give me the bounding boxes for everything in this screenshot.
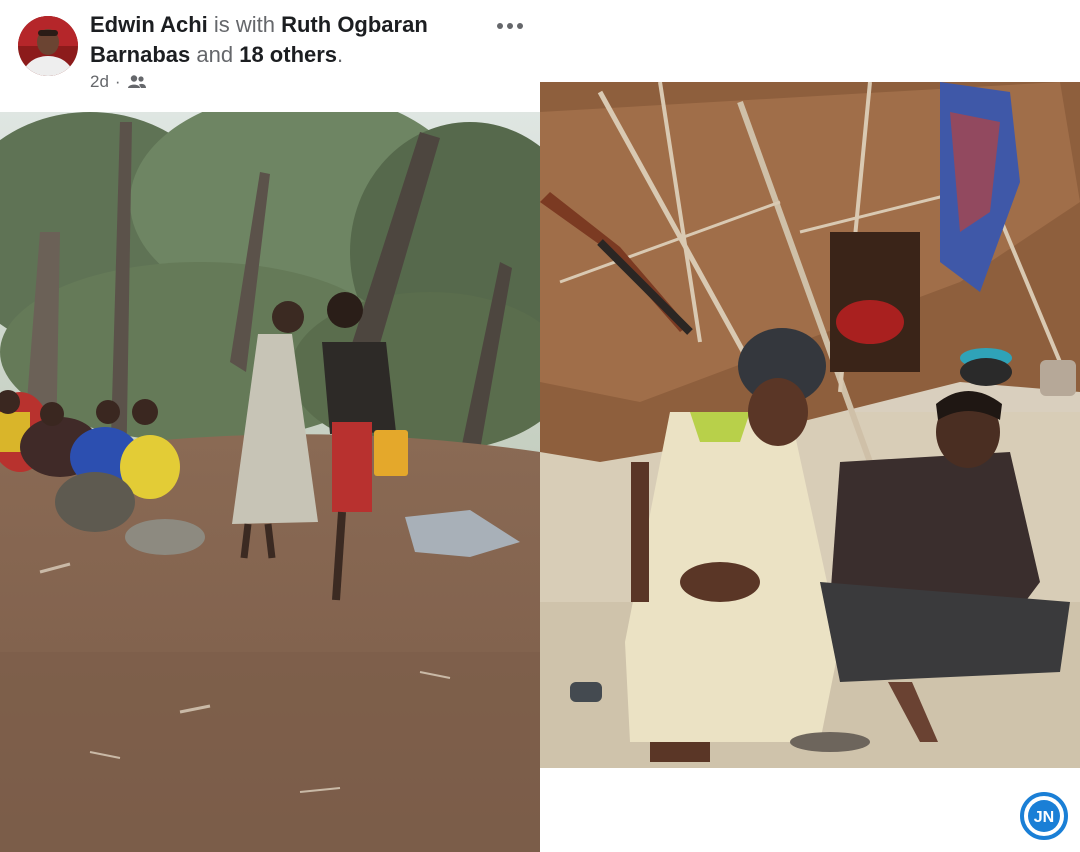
meta-separator: · — [114, 72, 121, 91]
friends-icon[interactable] — [127, 74, 147, 90]
and-text: and — [190, 42, 240, 67]
avatar[interactable] — [18, 16, 78, 76]
post-photo-1[interactable] — [0, 112, 540, 852]
more-options-icon[interactable] — [492, 14, 528, 38]
post-meta: 2d · — [90, 72, 147, 92]
post-header: Edwin Achi is with Ruth Ogbaran Barnabas… — [0, 0, 540, 112]
watermark-text: JN — [1034, 809, 1054, 826]
post-time[interactable]: 2d — [90, 72, 109, 92]
author-name-link[interactable]: Edwin Achi — [90, 12, 208, 37]
jn-watermark-logo: JN — [1020, 792, 1068, 840]
period-text: . — [337, 42, 344, 67]
forest-scene-image — [0, 112, 540, 852]
others-link[interactable]: 18 others — [239, 42, 337, 67]
post-author-line: Edwin Achi is with Ruth Ogbaran Barnabas… — [90, 10, 490, 70]
avatar-image — [18, 16, 78, 76]
post-photo-2[interactable] — [540, 82, 1080, 768]
with-text: is with — [207, 12, 282, 37]
hut-scene-image — [540, 82, 1080, 768]
